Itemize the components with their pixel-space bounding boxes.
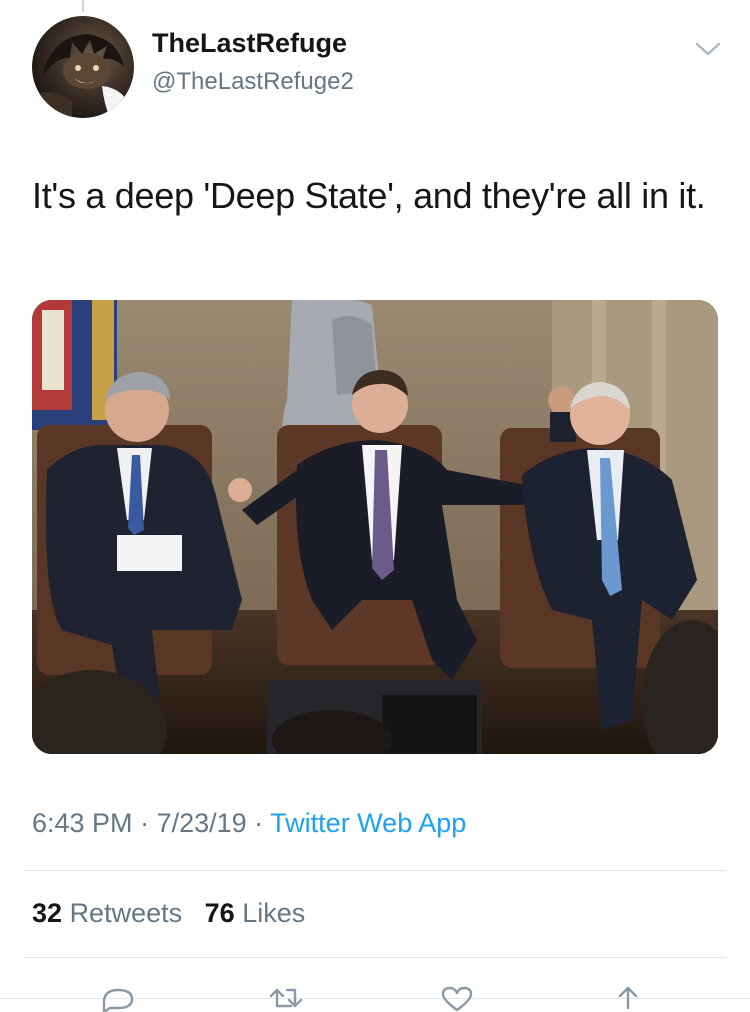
wolverine-avatar-icon: [32, 34, 130, 118]
tweet-actions: [0, 980, 750, 1012]
likes-label: Likes: [242, 898, 306, 928]
tweet-stats: 32 Retweets 76 Likes: [32, 898, 305, 929]
retweets-count: 32: [32, 898, 63, 928]
author-handle[interactable]: @TheLastRefuge2: [152, 68, 354, 96]
share-icon[interactable]: [608, 984, 648, 1012]
tweet-source-link[interactable]: Twitter Web App: [270, 808, 466, 838]
tweet-photo[interactable]: [32, 300, 718, 754]
tweet-text: It's a deep 'Deep State', and they're al…: [32, 175, 706, 216]
likes-stat[interactable]: 76 Likes: [205, 898, 306, 928]
divider: [24, 957, 726, 958]
author-avatar[interactable]: [32, 16, 134, 118]
divider: [24, 870, 726, 871]
tweet-time: 6:43 PM: [32, 808, 133, 838]
tweet-meta: 6:43 PM · 7/23/19 · Twitter Web App: [32, 808, 466, 839]
like-icon[interactable]: [437, 984, 477, 1012]
reply-icon[interactable]: [98, 984, 138, 1012]
chevron-down-icon[interactable]: [694, 38, 722, 60]
retweet-icon[interactable]: [265, 984, 305, 1012]
retweets-label: Retweets: [69, 898, 183, 928]
retweets-stat[interactable]: 32 Retweets: [32, 898, 182, 928]
meta-separator-2: ·: [246, 808, 271, 838]
tweet-date[interactable]: 7/23/19: [157, 808, 247, 838]
likes-count: 76: [204, 898, 235, 928]
author-display-name[interactable]: TheLastRefuge: [152, 28, 347, 59]
meta-separator: ·: [132, 808, 157, 838]
thread-line: [82, 0, 84, 12]
